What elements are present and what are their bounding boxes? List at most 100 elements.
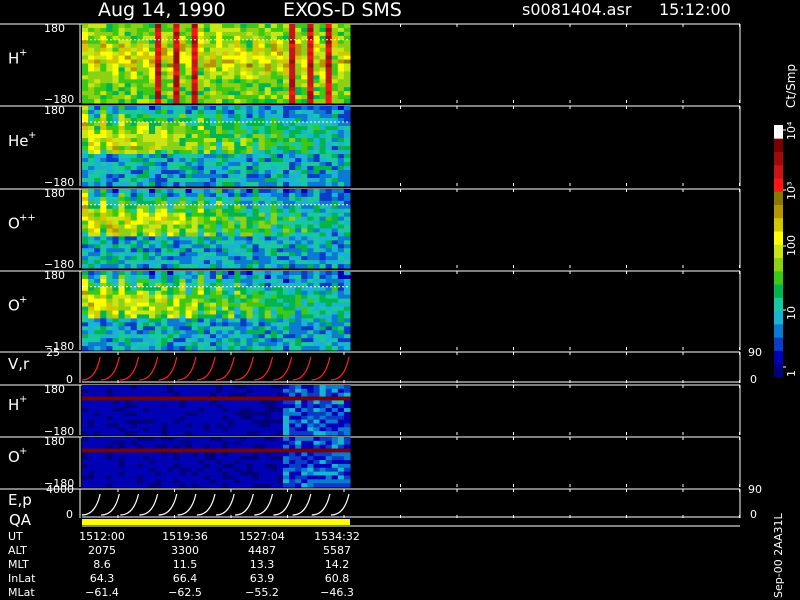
heatmap-cell [325,189,333,194]
heatmap-cell [82,252,89,257]
heatmap-cell [270,224,278,229]
heatmap-cell [161,463,168,469]
heatmap-cell [118,87,126,92]
heatmap-cell [130,244,138,249]
heatmap-cell [179,278,187,284]
heatmap-cell [106,236,113,241]
heatmap-cell [118,437,126,442]
orbit-cell: 1512:00 [79,530,125,543]
heatmap-cell [325,110,333,115]
heatmap-cell [209,158,217,163]
heatmap-cell [222,212,229,218]
heatmap-cell [130,427,138,432]
heatmap-cell [264,154,272,159]
heatmap-cell [343,274,351,280]
heatmap-cell [276,83,284,88]
heatmap-cell [252,278,260,284]
heatmap-cell [136,178,144,183]
heatmap-cell [155,224,162,229]
heatmap-cell [112,110,120,115]
heatmap-cell [252,110,260,115]
heatmap-cell [94,59,101,64]
heatmap-cell [106,178,113,183]
heatmap-cell [246,392,254,398]
heatmap-cell [216,134,223,139]
heatmap-cell [167,71,174,76]
heatmap-cell [203,208,211,214]
heatmap-cell [100,248,107,253]
heatmap-cell [155,75,162,80]
heatmap-cell [118,204,126,210]
heatmap-cell [295,39,302,45]
heatmap-cell [106,334,113,339]
heatmap-cell [325,452,333,457]
heatmap-cell [136,87,144,92]
heatmap-cell [136,220,144,226]
heatmap-cell [197,150,205,155]
heatmap-cell [167,437,174,442]
heatmap-cell [118,392,126,398]
heatmap-cell [82,385,89,390]
heatmap-cell [240,475,247,480]
heatmap-cell [258,408,266,413]
heatmap-cell [222,75,229,80]
heatmap-cell [136,286,144,292]
heatmap-cell [167,114,174,119]
heatmap-cell [118,248,126,253]
heatmap-cell [179,444,187,450]
heatmap-cell [209,294,217,300]
heatmap-cell [252,338,260,343]
heatmap-cell [130,431,138,436]
heatmap-cell [289,302,296,308]
heatmap-cell [270,24,278,29]
heatmap-cell [264,248,272,253]
heatmap-cell [295,110,302,115]
heatmap-cell [246,248,254,253]
heatmap-cell [276,318,284,323]
heatmap-cell [124,27,132,33]
heatmap-cell [283,408,290,413]
data-file-name: s0081404.asr [522,0,632,19]
heatmap-cell [82,174,89,179]
heatmap-cell [88,260,95,265]
heatmap-cell [100,467,107,473]
heatmap-cell [203,114,211,119]
heatmap-cell [82,388,89,394]
heatmap-cell [331,334,339,339]
heatmap-cell [264,39,272,45]
heatmap-cell [203,83,211,88]
heatmap-cell [246,419,254,424]
heatmap-cell [252,408,260,413]
heatmap-cell [252,232,260,237]
colorbar-segment [774,138,783,152]
heatmap-cell [161,75,168,80]
heatmap-cell [234,256,241,261]
heatmap-cell [283,310,290,315]
heatmap-cell [118,236,126,241]
heatmap-cell [289,427,296,432]
heatmap-cell [100,27,107,33]
heatmap-cell [337,130,345,135]
heatmap-cell [161,479,168,484]
heatmap-cell [88,444,95,450]
heatmap-cell [337,240,345,245]
heatmap-cell [246,224,254,229]
heatmap-cell [325,431,333,436]
heatmap-cell [325,208,333,214]
heatmap-cell [319,271,327,276]
heatmap-cell [325,298,333,304]
heatmap-cell [197,322,205,327]
heatmap-cell [264,400,272,405]
heatmap-cell [337,334,345,339]
heatmap-cell [106,294,113,300]
heatmap-cell [301,388,308,394]
heatmap-cell [155,437,162,442]
heatmap-cell [142,385,150,390]
heatmap-cell [283,39,290,45]
heatmap-cell [276,448,284,453]
heatmap-cell [100,99,107,104]
heatmap-cell [283,419,290,424]
heatmap-cell [203,244,211,249]
heatmap-cell [118,126,126,131]
heatmap-cell [155,456,162,461]
